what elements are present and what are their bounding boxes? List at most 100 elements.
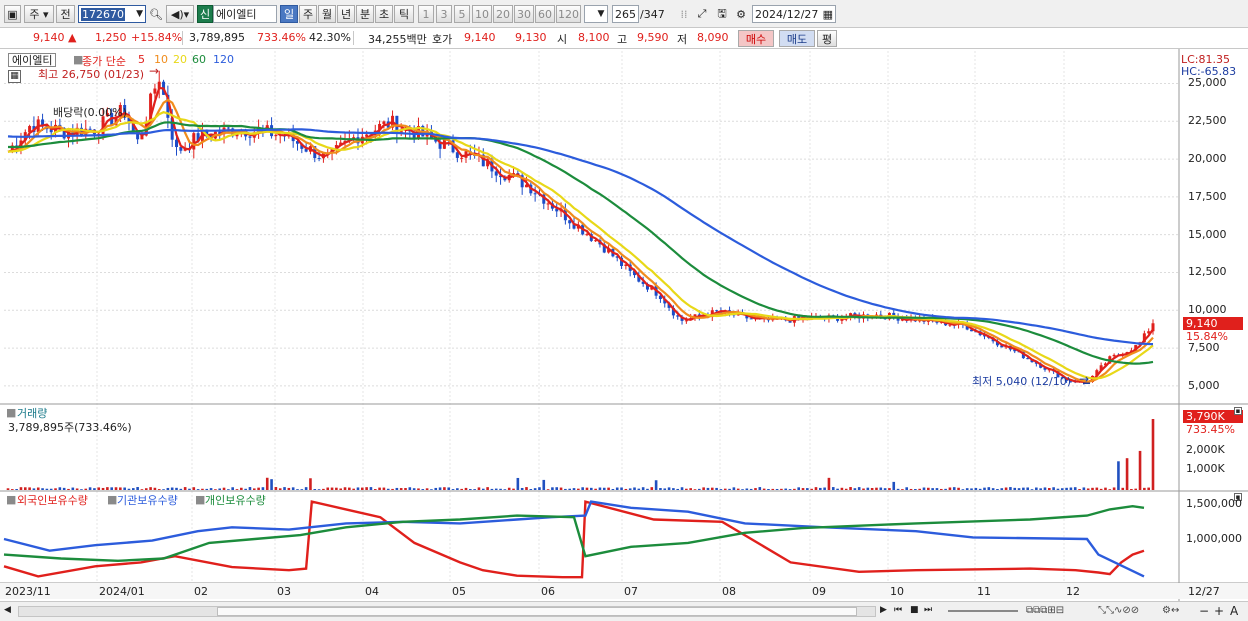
- volume-bar: [1000, 488, 1004, 490]
- volume-bar: [991, 488, 995, 490]
- ma60-label[interactable]: 60: [192, 53, 206, 66]
- zoom-slider[interactable]: [948, 610, 1018, 612]
- foreign-holding-label[interactable]: 외국인보유수량: [17, 492, 88, 508]
- period-month-button[interactable]: 월: [318, 5, 336, 23]
- date-input[interactable]: 2024/12/27 ▦: [752, 5, 836, 23]
- institution-holding-label[interactable]: 기관보유수량: [117, 492, 178, 508]
- period-week-button[interactable]: 주: [299, 5, 317, 23]
- ma120-label[interactable]: 120: [213, 53, 234, 66]
- scroll-right-icon[interactable]: ▶: [880, 605, 887, 615]
- rewind-icon[interactable]: ⏮: [894, 605, 902, 615]
- fast-forward-icon[interactable]: ⏭: [924, 605, 932, 615]
- interval-1-button[interactable]: 1: [418, 5, 434, 23]
- stock-name-tag[interactable]: 에이엘티: [8, 53, 57, 67]
- interval-3-button[interactable]: 3: [436, 5, 452, 23]
- buy-button[interactable]: 매수: [738, 30, 774, 47]
- volume-bar: [585, 487, 589, 490]
- volume-bar: [883, 488, 887, 490]
- volume-bar: [192, 487, 196, 490]
- font-size-icon[interactable]: A: [1230, 604, 1238, 618]
- period-minute-button[interactable]: 분: [356, 5, 374, 23]
- period-year-button[interactable]: 년: [337, 5, 355, 23]
- volume-legend-marker: ■: [6, 406, 17, 419]
- volume-bar: [382, 487, 386, 490]
- scroll-left-icon[interactable]: ◀: [4, 605, 11, 615]
- grid-icon[interactable]: ⁞⁞: [676, 5, 692, 23]
- search-icon[interactable]: 🔍︎: [148, 5, 164, 23]
- prev-button[interactable]: 전: [56, 5, 75, 23]
- volume-bar: [278, 488, 282, 490]
- interval-label: 5: [458, 7, 466, 21]
- volume-bar: [114, 487, 118, 490]
- volume-bar: [1108, 489, 1112, 490]
- volume-bar: [568, 488, 571, 490]
- volume-bar: [201, 488, 204, 490]
- interval-20-button[interactable]: 20: [493, 5, 513, 23]
- interval-30-button[interactable]: 30: [514, 5, 534, 23]
- volume-bar: [28, 487, 31, 490]
- zoom-in-icon[interactable]: +: [1214, 604, 1224, 618]
- chevron-down-icon[interactable]: ▼: [594, 5, 608, 23]
- stock-code-input[interactable]: 172670 ▼: [78, 5, 146, 23]
- volume-bar: [386, 488, 390, 490]
- volume-bar: [654, 480, 658, 490]
- sell-button[interactable]: 매도: [779, 30, 815, 47]
- volume-bar: [494, 488, 498, 490]
- horizontal-scrollbar[interactable]: [18, 606, 876, 617]
- volume: 3,789,895: [189, 31, 245, 44]
- zoom-out-icon[interactable]: −: [1199, 604, 1209, 618]
- interval-5-button[interactable]: 5: [454, 5, 470, 23]
- drawing-tools-icon[interactable]: ⤡⤡∿⊘⊘: [1098, 605, 1139, 616]
- eval-button[interactable]: 평: [817, 30, 837, 47]
- period-type-select[interactable]: 주 ▾: [24, 5, 54, 23]
- calendar-icon[interactable]: ▦: [823, 8, 833, 21]
- ma20-label[interactable]: 20: [173, 53, 187, 66]
- interval-120-button[interactable]: 120: [556, 5, 581, 23]
- volume-bar: [317, 489, 321, 490]
- volume-bar: [1009, 487, 1012, 490]
- stop-icon[interactable]: ■: [910, 605, 919, 615]
- settings-tools-icon[interactable]: ⚙↔: [1162, 605, 1179, 616]
- volume-bar: [460, 488, 463, 490]
- save-icon[interactable]: 🖫: [714, 5, 730, 23]
- holding-legend-marker: ■: [6, 493, 17, 506]
- grid-toggle-icon[interactable]: ▦: [8, 70, 21, 83]
- candle-body: [1112, 354, 1116, 357]
- individual-holding-label[interactable]: 개인보유수량: [205, 492, 266, 508]
- chart-tools-icon[interactable]: ⧉⧉⧉⊞⊟: [1026, 605, 1064, 616]
- volume-y-tick: 2,000K: [1186, 443, 1225, 456]
- volume-bar: [19, 487, 23, 490]
- period-tick-button[interactable]: 틱: [394, 5, 414, 23]
- volume-bar: [6, 488, 10, 490]
- volume-bar: [296, 489, 299, 490]
- volume-bar: [788, 489, 792, 490]
- ma5-label[interactable]: 5: [138, 53, 145, 66]
- period-second-button[interactable]: 초: [375, 5, 393, 23]
- volume-bar: [1060, 488, 1064, 490]
- volume-bar: [313, 489, 317, 490]
- interval-10-button[interactable]: 10: [472, 5, 492, 23]
- period-day-button[interactable]: 일: [280, 5, 298, 23]
- volume-bar: [512, 488, 515, 490]
- volume-bar: [136, 487, 139, 490]
- scrollbar-thumb[interactable]: [217, 607, 857, 616]
- crosshair-icon[interactable]: ⤢: [694, 5, 710, 23]
- chart-canvas[interactable]: [0, 49, 1248, 601]
- volume-bar: [927, 487, 930, 490]
- count-input[interactable]: 265: [612, 5, 639, 23]
- panel-maximize-icon[interactable]: ▪: [1234, 407, 1242, 415]
- chart-menu-icon[interactable]: ▣: [4, 5, 21, 23]
- candle-body: [226, 127, 230, 129]
- volume-bar: [952, 487, 956, 490]
- volume-bar: [132, 488, 135, 490]
- volume-bar: [957, 487, 960, 490]
- interval-60-button[interactable]: 60: [535, 5, 555, 23]
- candle-body: [715, 310, 719, 312]
- high-price: 9,590: [637, 31, 669, 44]
- volume-bar: [728, 488, 731, 490]
- volume-bar: [11, 489, 14, 490]
- speaker-icon[interactable]: ◀)▾: [166, 5, 194, 23]
- gear-icon[interactable]: ⚙: [732, 5, 750, 23]
- x-axis-label: 12/27: [1188, 585, 1220, 598]
- volume-bar: [252, 488, 256, 490]
